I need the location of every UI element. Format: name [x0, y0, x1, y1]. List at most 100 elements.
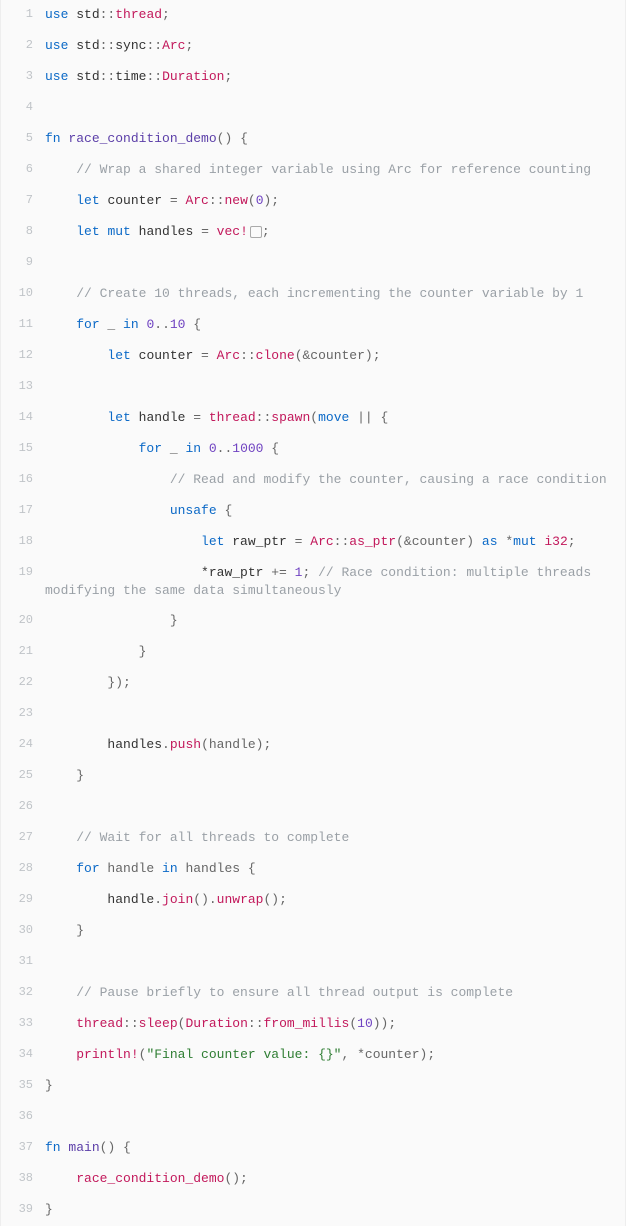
token-punc: :: [100, 69, 116, 84]
line-number: 12 [1, 341, 41, 364]
code-line: 16 // Read and modify the counter, causi… [1, 465, 625, 496]
token-punc: { [217, 503, 233, 518]
token-punc: } [45, 768, 84, 783]
code-line: 20 } [1, 606, 625, 637]
token-path: time [115, 69, 146, 84]
code-editor: 1use std::thread;2use std::sync::Arc;3us… [0, 0, 626, 1226]
token-kw: for [76, 861, 99, 876]
code-line: 36 [1, 1102, 625, 1133]
line-number: 8 [1, 217, 41, 240]
line-number: 5 [1, 124, 41, 147]
token-path: counter [139, 348, 194, 363]
code-content: // Wrap a shared integer variable using … [41, 155, 625, 185]
token-fncall: new [224, 193, 247, 208]
code-content: let raw_ptr = Arc::as_ptr(&counter) as *… [41, 527, 625, 557]
code-content: *raw_ptr += 1; // Race condition: multip… [41, 558, 625, 606]
token-punc: { [115, 1140, 131, 1155]
empty-brackets-icon [250, 226, 262, 238]
line-number: 2 [1, 31, 41, 54]
code-content [41, 1102, 625, 1132]
code-line: 19 *raw_ptr += 1; // Race condition: mul… [1, 558, 625, 606]
token-punc [201, 441, 209, 456]
token-path: std [76, 38, 99, 53]
code-content: } [41, 761, 625, 791]
code-content: for _ in 0..10 { [41, 310, 625, 340]
token-punc [131, 410, 139, 425]
line-number: 4 [1, 93, 41, 116]
line-number: 19 [1, 558, 41, 581]
code-content: let mut handles = vec!; [41, 217, 625, 247]
token-punc: ; [185, 38, 193, 53]
token-punc: ( [310, 410, 318, 425]
line-number: 15 [1, 434, 41, 457]
code-content: thread::sleep(Duration::from_millis(10))… [41, 1009, 625, 1039]
token-punc: :: [334, 534, 350, 549]
line-number: 30 [1, 916, 41, 939]
token-cmt: // Wait for all threads to complete [76, 830, 349, 845]
line-number: 9 [1, 248, 41, 271]
code-content: } [41, 1071, 625, 1101]
code-line: 10 // Create 10 threads, each incrementi… [1, 279, 625, 310]
token-punc: { [185, 317, 201, 332]
code-content: handles.push(handle); [41, 730, 625, 760]
token-punc [45, 224, 76, 239]
line-number: 3 [1, 62, 41, 85]
token-kw2: unsafe [170, 503, 217, 518]
code-line: 12 let counter = Arc::clone(&counter); [1, 341, 625, 372]
token-punc [45, 410, 107, 425]
token-punc: }); [45, 675, 131, 690]
line-number: 33 [1, 1009, 41, 1032]
token-cmt: // Pause briefly to ensure all thread ou… [76, 985, 513, 1000]
token-kw: for [76, 317, 99, 332]
token-kw: fn [45, 131, 61, 146]
token-kw: in [123, 317, 139, 332]
code-line: 11 for _ in 0..10 { [1, 310, 625, 341]
code-line: 39} [1, 1195, 625, 1226]
token-kw: use [45, 7, 68, 22]
line-number: 18 [1, 527, 41, 550]
token-cmt: // Read and modify the counter, causing … [170, 472, 607, 487]
token-kw: let [76, 224, 99, 239]
code-content: let counter = Arc::clone(&counter); [41, 341, 625, 371]
line-number: 39 [1, 1195, 41, 1218]
code-content [41, 93, 625, 123]
line-number: 16 [1, 465, 41, 488]
line-number: 22 [1, 668, 41, 691]
token-str: "Final counter value: {}" [146, 1047, 341, 1062]
token-path: std [76, 7, 99, 22]
code-line: 2use std::sync::Arc; [1, 31, 625, 62]
code-content: handle.join().unwrap(); [41, 885, 625, 915]
token-fncall: from_millis [264, 1016, 350, 1031]
code-content: let counter = Arc::new(0); [41, 186, 625, 216]
token-kw: let [201, 534, 224, 549]
code-line: 22 }); [1, 668, 625, 699]
token-num: 0 [256, 193, 264, 208]
token-path: handles [139, 224, 194, 239]
code-line: 6 // Wrap a shared integer variable usin… [1, 155, 625, 186]
token-punc [131, 224, 139, 239]
code-content: let handle = thread::spawn(move || { [41, 403, 625, 433]
token-kw: let [76, 193, 99, 208]
token-kw2: mut [513, 534, 536, 549]
token-path: raw_ptr [209, 565, 264, 580]
token-fncall: println! [76, 1047, 138, 1062]
code-content: use std::thread; [41, 0, 625, 30]
token-ty: Arc [310, 534, 333, 549]
token-ty: thread [209, 410, 256, 425]
token-ty: thread [76, 1016, 123, 1031]
token-punc: || { [349, 410, 388, 425]
token-punc: (). [193, 892, 216, 907]
line-number: 32 [1, 978, 41, 1001]
token-path: sync [115, 38, 146, 53]
token-punc: (handle); [201, 737, 271, 752]
code-content: }); [41, 668, 625, 698]
line-number: 14 [1, 403, 41, 426]
code-line: 38 race_condition_demo(); [1, 1164, 625, 1195]
code-line: 34 println!("Final counter value: {}", *… [1, 1040, 625, 1071]
code-line: 37fn main() { [1, 1133, 625, 1164]
token-punc: _ [162, 441, 185, 456]
code-content: println!("Final counter value: {}", *cou… [41, 1040, 625, 1070]
token-punc: ; [162, 7, 170, 22]
token-punc: = [185, 410, 208, 425]
code-content [41, 372, 625, 402]
